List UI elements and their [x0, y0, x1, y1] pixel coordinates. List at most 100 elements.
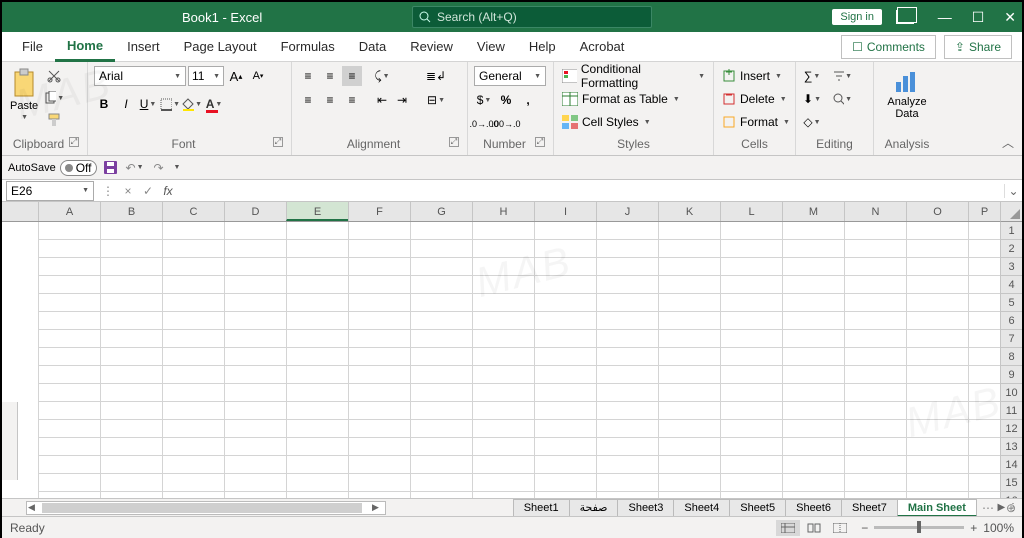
cell[interactable] [658, 258, 720, 276]
grid-cells[interactable] [2, 222, 1000, 498]
font-size-select[interactable]: 11▼ [188, 66, 224, 86]
cell[interactable] [472, 348, 534, 366]
page-layout-view-button[interactable] [802, 520, 826, 536]
cell[interactable] [844, 276, 906, 294]
cell[interactable] [38, 276, 100, 294]
cell[interactable] [720, 456, 782, 474]
cell[interactable] [410, 438, 472, 456]
font-dialog[interactable]: ⤢ [273, 137, 283, 147]
cell[interactable] [658, 348, 720, 366]
cell[interactable] [658, 330, 720, 348]
cell[interactable] [286, 366, 348, 384]
cell[interactable] [348, 384, 410, 402]
cell[interactable] [596, 312, 658, 330]
cell[interactable] [162, 312, 224, 330]
italic-button[interactable]: I [116, 94, 136, 114]
col-header-O[interactable]: O [906, 202, 968, 221]
cell[interactable] [100, 240, 162, 258]
col-header-N[interactable]: N [844, 202, 906, 221]
paste-button[interactable]: Paste▼ [8, 66, 40, 123]
cell[interactable] [658, 402, 720, 420]
increase-indent-button[interactable]: ⇥ [392, 90, 412, 110]
select-all-corner[interactable] [1000, 202, 1022, 222]
maximize-button[interactable]: ☐ [972, 10, 985, 24]
cell[interactable] [906, 240, 968, 258]
cell[interactable] [720, 276, 782, 294]
formula-input[interactable] [178, 181, 1004, 201]
cell[interactable] [534, 330, 596, 348]
cell[interactable] [782, 312, 844, 330]
cell[interactable] [286, 438, 348, 456]
cell[interactable] [100, 312, 162, 330]
analyze-data-button[interactable]: Analyze Data [885, 66, 928, 122]
cell[interactable] [968, 312, 1000, 330]
cell[interactable] [844, 222, 906, 240]
cell[interactable] [968, 456, 1000, 474]
cell[interactable] [410, 384, 472, 402]
row-header-8[interactable]: 8 [1001, 348, 1022, 366]
cell[interactable] [906, 366, 968, 384]
expand-formula-bar-button[interactable]: ⌄ [1004, 184, 1022, 198]
align-top-button[interactable]: ≡ [298, 66, 318, 86]
autosave-toggle[interactable]: Off [60, 160, 97, 176]
cell[interactable] [472, 456, 534, 474]
cell[interactable] [472, 330, 534, 348]
cell[interactable] [906, 474, 968, 492]
comma-button[interactable]: , [518, 90, 538, 110]
zoom-out-button[interactable]: − [861, 521, 868, 535]
col-header-K[interactable]: K [658, 202, 720, 221]
fill-color-button[interactable]: ▼ [182, 94, 202, 114]
cell[interactable] [410, 312, 472, 330]
sheet-tab[interactable]: Sheet1 [513, 499, 570, 517]
cell[interactable] [534, 402, 596, 420]
cell[interactable] [38, 258, 100, 276]
col-header-F[interactable]: F [348, 202, 410, 221]
cell[interactable] [782, 420, 844, 438]
cell[interactable] [100, 474, 162, 492]
cell[interactable] [534, 312, 596, 330]
cell[interactable] [38, 222, 100, 240]
cell[interactable] [286, 258, 348, 276]
cell[interactable] [844, 240, 906, 258]
cell[interactable] [224, 240, 286, 258]
cell[interactable] [410, 258, 472, 276]
cell[interactable] [968, 438, 1000, 456]
cell[interactable] [782, 276, 844, 294]
cell[interactable] [720, 384, 782, 402]
cell[interactable] [658, 312, 720, 330]
cell[interactable] [100, 402, 162, 420]
tab-scroll-last[interactable]: ⋯ [976, 501, 1000, 515]
cell[interactable] [348, 240, 410, 258]
ribbon-display-icon[interactable] [896, 10, 914, 24]
col-header-E[interactable]: E [286, 202, 348, 221]
cell[interactable] [410, 276, 472, 294]
cell[interactable] [596, 366, 658, 384]
zoom-level[interactable]: 100% [983, 521, 1014, 535]
cell[interactable] [472, 474, 534, 492]
align-middle-button[interactable]: ≡ [320, 66, 340, 86]
cell[interactable] [844, 474, 906, 492]
cell[interactable] [410, 294, 472, 312]
cell[interactable] [720, 222, 782, 240]
zoom-in-button[interactable]: + [970, 521, 977, 535]
tab-help[interactable]: Help [517, 32, 568, 62]
cell[interactable] [472, 240, 534, 258]
cell[interactable] [286, 474, 348, 492]
cell[interactable] [162, 222, 224, 240]
cell[interactable] [410, 240, 472, 258]
cell[interactable] [720, 438, 782, 456]
accounting-button[interactable]: $▼ [474, 90, 494, 110]
cell[interactable] [224, 420, 286, 438]
font-color-button[interactable]: A▼ [204, 94, 224, 114]
cell[interactable] [782, 330, 844, 348]
cell[interactable] [906, 456, 968, 474]
cell[interactable] [472, 402, 534, 420]
conditional-formatting-button[interactable]: Conditional Formatting▼ [560, 66, 707, 86]
row-header-15[interactable]: 15 [1001, 474, 1022, 492]
cell[interactable] [286, 456, 348, 474]
cell[interactable] [100, 456, 162, 474]
cell[interactable] [596, 474, 658, 492]
underline-button[interactable]: U▼ [138, 94, 158, 114]
alignment-dialog[interactable]: ⤢ [449, 137, 459, 147]
cell[interactable] [720, 312, 782, 330]
